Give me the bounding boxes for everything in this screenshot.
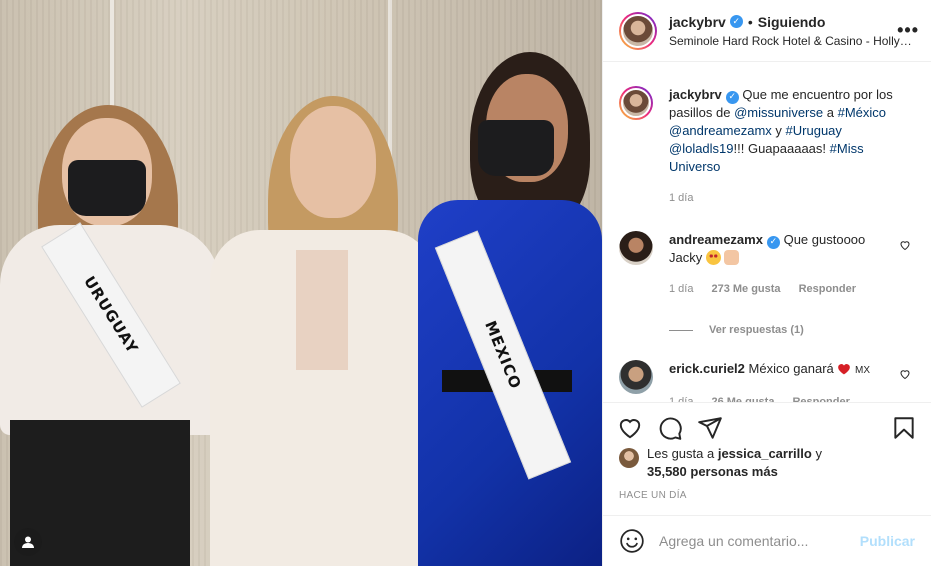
liker-avatar[interactable] — [619, 448, 639, 468]
post-sidebar: jackybrv ✓ • Siguiendo Seminole Hard Roc… — [602, 0, 931, 566]
heart-eyes-emoji-icon — [705, 250, 721, 265]
verified-badge-icon: ✓ — [766, 235, 780, 249]
comment-item: andreamezamx ✓ Que gustoooo Jacky 1 día 2… — [619, 231, 915, 298]
save-bookmark-icon[interactable] — [891, 415, 917, 441]
likes-conjunction: y — [815, 446, 822, 461]
flag-mexico-emoji: MX — [855, 365, 871, 376]
commenter-avatar[interactable] — [619, 360, 653, 394]
separator-dot: • — [747, 13, 753, 30]
post-photo[interactable]: URUGUAY MEXICO — [0, 0, 602, 566]
like-heart-icon[interactable] — [617, 415, 643, 441]
mention-link[interactable]: @missuniverse — [734, 105, 823, 120]
likes-count-button[interactable]: 35,580 personas más — [647, 464, 778, 479]
more-options-icon[interactable]: ••• — [897, 20, 919, 41]
caption-avatar[interactable] — [619, 86, 653, 120]
commenter-username[interactable]: erick.curiel2 — [669, 361, 745, 376]
red-heart-emoji-icon — [838, 364, 851, 375]
following-button[interactable]: Siguiendo — [758, 14, 826, 30]
tagged-users-button[interactable] — [14, 528, 42, 556]
person-icon — [22, 536, 34, 548]
view-replies-label: Ver respuestas (1) — [709, 324, 804, 336]
publish-button[interactable]: Publicar — [860, 533, 915, 549]
likes-prefix: Les gusta a — [647, 446, 715, 461]
caption-username[interactable]: jackybrv — [669, 87, 722, 102]
share-paper-plane-icon[interactable] — [697, 415, 723, 441]
commenter-avatar[interactable] — [619, 231, 653, 265]
post-location[interactable]: Seminole Hard Rock Hotel & Casino - Holl… — [669, 34, 914, 48]
caption-time[interactable]: 1 día — [669, 189, 693, 207]
like-comment-heart-icon[interactable] — [899, 368, 911, 380]
verified-badge-icon: ✓ — [729, 15, 743, 28]
likes-summary: Les gusta a jessica_carrillo y 35,580 pe… — [619, 445, 915, 481]
add-comment-bar: Publicar — [603, 515, 931, 566]
caption-text: !!! Guapaaaaas! — [733, 141, 827, 156]
post-header: jackybrv ✓ • Siguiendo Seminole Hard Roc… — [603, 0, 931, 62]
reply-button[interactable]: Responder — [792, 393, 849, 402]
comment-time[interactable]: 1 día — [669, 393, 693, 402]
like-comment-heart-icon[interactable] — [899, 239, 911, 251]
replies-divider — [669, 329, 693, 331]
hashtag-link[interactable]: #Uruguay — [786, 123, 842, 138]
mention-link[interactable]: @loladls19 — [669, 141, 734, 156]
raising-hands-emoji-icon — [724, 250, 740, 265]
liker-username[interactable]: jessica_carrillo — [718, 446, 812, 461]
author-username[interactable]: jackybrv — [669, 14, 726, 30]
comment-text: México ganará — [748, 361, 834, 376]
caption-text: a — [826, 105, 834, 120]
mention-link[interactable]: @andreamezamx — [669, 123, 772, 138]
verified-badge-icon: ✓ — [725, 90, 739, 104]
comment-input[interactable] — [659, 533, 860, 549]
commenter-username[interactable]: andreamezamx — [669, 232, 763, 247]
comment-likes-count[interactable]: 26 Me gusta — [711, 393, 774, 402]
comment-bubble-icon[interactable] — [657, 415, 683, 441]
post-timestamp[interactable]: HACE UN DÍA — [619, 490, 687, 501]
hashtag-link[interactable]: #México — [838, 105, 886, 120]
author-avatar[interactable] — [619, 11, 657, 50]
reply-button[interactable]: Responder — [799, 280, 856, 298]
view-replies-button[interactable]: Ver respuestas (1) — [669, 324, 915, 336]
post-caption: jackybrv ✓ Que me encuentro por los pasil… — [619, 86, 915, 207]
comments-list[interactable]: jackybrv ✓ Que me encuentro por los pasil… — [603, 62, 931, 402]
comment-time[interactable]: 1 día — [669, 280, 693, 298]
comment-likes-count[interactable]: 273 Me gusta — [711, 280, 780, 298]
caption-text: y — [775, 123, 782, 138]
comment-item: erick.curiel2 México ganará MX 1 día 26 … — [619, 360, 915, 402]
emoji-picker-icon[interactable] — [619, 528, 645, 554]
